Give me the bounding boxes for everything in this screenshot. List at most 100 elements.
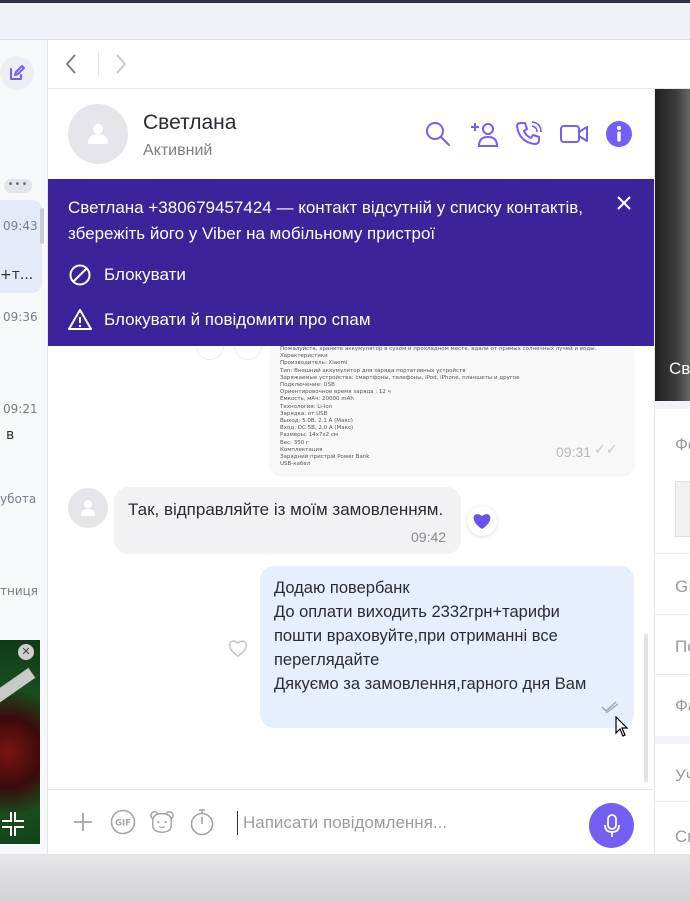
panel-item-files[interactable]: Фа (675, 696, 690, 716)
spec-line: Подключение: USB (280, 382, 335, 388)
spec-line: Емкость, мАч: 20000 mAh (280, 396, 354, 403)
contact-photo[interactable]: Св (655, 89, 690, 401)
sent-check-icon (601, 701, 619, 714)
panel-divider (655, 801, 690, 802)
panel-divider (655, 553, 690, 554)
media-thumbnail[interactable] (675, 481, 690, 537)
block-report-button[interactable]: Блокувати й повідомити про спам (68, 308, 371, 332)
spec-line: Зарядка: от USB (280, 410, 328, 417)
like-reaction[interactable] (467, 506, 497, 536)
panel-gap (655, 401, 690, 409)
messages-scrollbar[interactable] (644, 634, 648, 782)
message-time: 09:31 (556, 444, 592, 460)
incoming-message[interactable]: Так, відправляйте із моїм замовленням. 0… (114, 487, 461, 554)
title-bar (0, 3, 690, 40)
gif-button[interactable]: GIF (110, 809, 136, 835)
video-call-button[interactable] (559, 119, 589, 149)
spec-line: Зарядний пристрій Power Bank (280, 454, 370, 460)
bear-sticker-icon (150, 811, 174, 833)
sender-avatar[interactable] (68, 488, 108, 528)
close-icon (617, 196, 631, 210)
heart-icon (473, 514, 491, 529)
mouse-cursor-icon (615, 716, 629, 737)
user-icon (81, 500, 95, 516)
block-report-label: Блокувати й повідомити про спам (104, 310, 371, 329)
gif-label: GIF (115, 819, 131, 829)
like-button[interactable] (224, 634, 252, 662)
message-input[interactable]: Написати повідомлення... (237, 811, 567, 835)
chat-item-preview: в (6, 427, 15, 443)
message-composer: GIF Написати повідомлення... (48, 789, 654, 854)
voice-message-button[interactable] (589, 803, 634, 848)
gif-icon: GIF (110, 809, 136, 835)
chat-item-time: тниця (0, 584, 39, 598)
forward-button[interactable] (114, 52, 128, 82)
read-check-icon: ✓✓ (594, 442, 618, 458)
spec-line: Ориентировочное время заряда : 12 ч (280, 389, 391, 396)
image-message[interactable]: Пожалуйста, храните аккумулятор в сухом … (270, 346, 634, 474)
ad-image (0, 667, 36, 705)
contact-name-overlay: Св (669, 359, 690, 378)
spec-line: Размеры: 14x7x2 см (280, 432, 339, 439)
spec-line: Пожалуйста, храните аккумулятор в сухом … (280, 346, 597, 352)
sidebar-scrollbar[interactable] (40, 208, 44, 244)
panel-divider (655, 614, 690, 615)
search-button[interactable] (423, 119, 453, 149)
contact-name[interactable]: Светлана (143, 111, 236, 135)
ad-close-button[interactable]: ✕ (18, 644, 34, 660)
message-line: Дякуємо за замовлення,гарного дня Вам (274, 675, 587, 693)
expand-icon (14, 826, 24, 836)
microphone-icon (603, 813, 620, 837)
back-button[interactable] (64, 52, 78, 82)
reaction-button[interactable] (196, 346, 224, 360)
call-button[interactable] (514, 119, 544, 149)
messages-area[interactable]: Пожалуйста, храните аккумулятор в сухом … (48, 346, 654, 789)
message-line: Додаю повербанк (274, 579, 410, 597)
block-label: Блокувати (104, 265, 186, 284)
spec-line: Комплектация (280, 446, 323, 453)
message-line: До оплати виходить 2332грн+тарифи (274, 603, 560, 621)
reaction-button[interactable] (234, 346, 262, 360)
contact-avatar[interactable] (68, 104, 128, 164)
outgoing-message[interactable]: Додаю повербанк До оплати виходить 2332г… (260, 566, 634, 728)
spec-line: Вход: DC 5В, 2.0 А (Макс) (280, 425, 354, 432)
expand-icon (14, 812, 24, 822)
video-camera-icon (560, 125, 588, 143)
panel-gap (655, 736, 690, 744)
chat-header: Светлана Активний (48, 89, 654, 179)
panel-item-list[interactable]: Сп (675, 827, 690, 847)
user-icon (88, 124, 108, 144)
more-options-button[interactable]: ••• (4, 179, 32, 193)
panel-item-participants[interactable]: Уч (675, 766, 690, 786)
panel-item-links[interactable]: По (675, 637, 690, 657)
attach-button[interactable] (70, 809, 96, 835)
warning-icon (68, 309, 92, 330)
chat-item-time: убота (0, 492, 37, 506)
chat-item-time: 09:21 (3, 402, 38, 416)
panel-item-photos[interactable]: Фо (675, 435, 690, 455)
add-user-icon (471, 123, 499, 147)
ad-banner[interactable]: ✕ (0, 640, 40, 844)
timer-button[interactable] (189, 809, 215, 836)
info-button[interactable] (604, 119, 634, 149)
chevron-right-icon (116, 54, 127, 74)
chat-item-preview: +т... (0, 267, 34, 283)
add-participant-button[interactable] (469, 119, 499, 149)
banner-close-button[interactable] (614, 193, 634, 213)
chat-info-panel: Св Фо GI По Фа Уч Сп (654, 89, 690, 854)
compose-button[interactable] (0, 56, 34, 90)
navigation-bar (48, 40, 690, 89)
heart-outline-icon (228, 640, 248, 657)
chat-item-time: 09:36 (3, 310, 38, 324)
info-icon (606, 121, 632, 147)
contact-status: Активний (143, 142, 213, 159)
sticker-button[interactable] (149, 809, 175, 835)
spec-line: Технология: Li-Ion (280, 403, 333, 410)
spec-line: USB-кабел (280, 461, 311, 468)
spec-line: Производитель: Xiaomi (280, 360, 348, 367)
spec-line: Характеристики (280, 353, 328, 360)
plus-icon (74, 813, 92, 831)
block-button[interactable]: Блокувати (68, 263, 186, 287)
message-line: пошти враховуйте,при отриманні все (274, 627, 558, 645)
panel-item-gifs[interactable]: GI (675, 577, 690, 597)
